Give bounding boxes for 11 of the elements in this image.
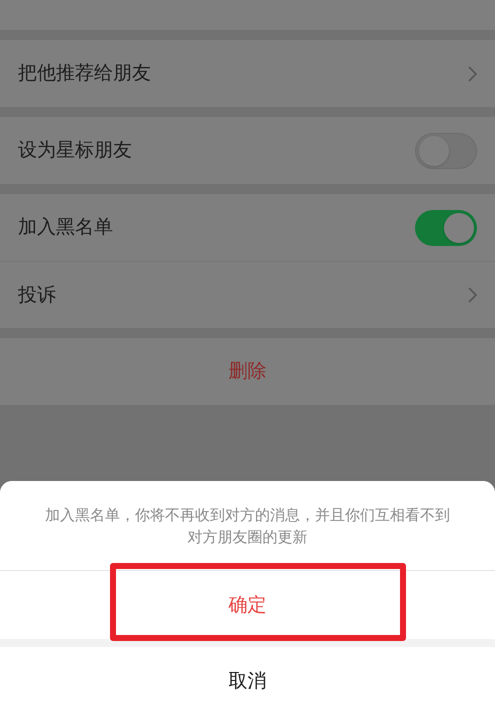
delete-button[interactable]: 删除: [228, 357, 266, 386]
setting-label: 设为星标朋友: [18, 138, 133, 164]
setting-label: 把他推荐给朋友: [18, 61, 152, 86]
chevron-right-icon: [468, 287, 477, 303]
toggle-switch[interactable]: [415, 210, 477, 246]
confirm-button[interactable]: 确定: [228, 590, 266, 620]
setting-label: 投诉: [18, 282, 57, 308]
setting-label: 加入黑名单: [18, 215, 114, 240]
cancel-button[interactable]: 取消: [228, 666, 266, 696]
chevron-right-icon: [468, 66, 477, 82]
dialog-message: 加入黑名单，你将不再收到对方的消息，并且你们互相看不到对方朋友圈的更新: [44, 504, 451, 548]
